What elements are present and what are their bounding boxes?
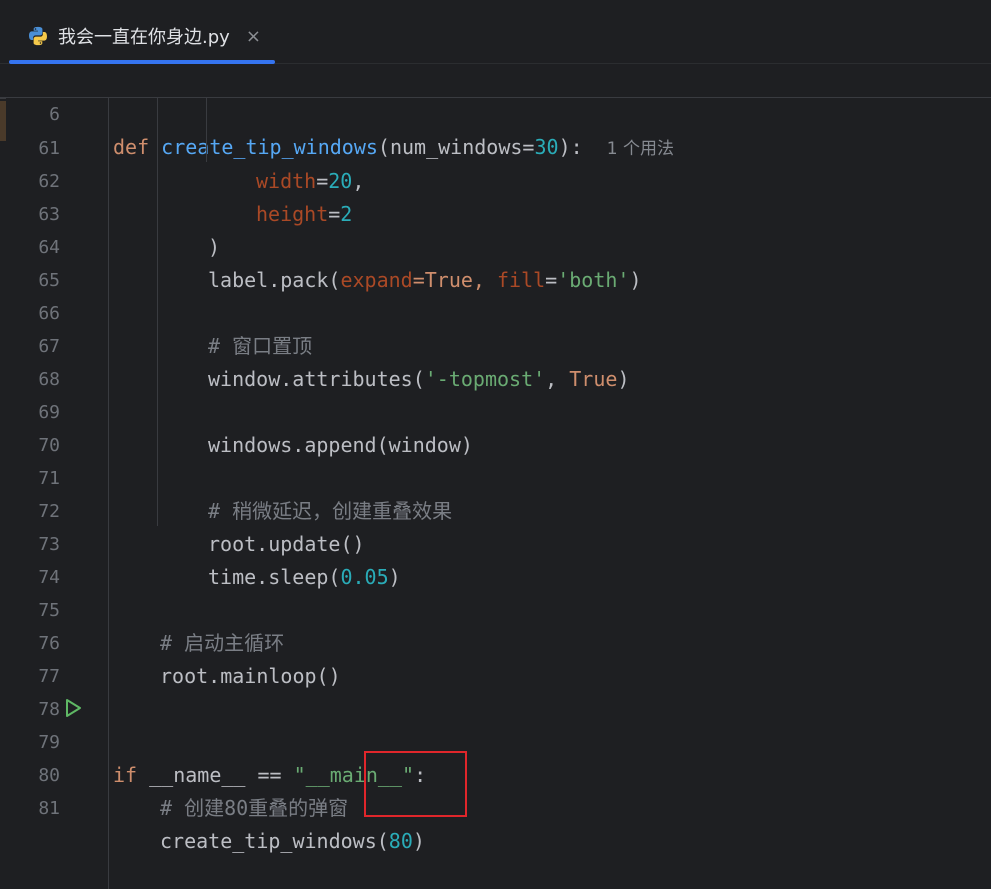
code-line: 61 width=20, xyxy=(38,138,365,193)
code-line: 65 xyxy=(38,270,60,291)
code-line: 76 root.mainloop() xyxy=(38,633,341,688)
code-line: 72 root.update() xyxy=(38,501,365,556)
run-icon[interactable] xyxy=(62,697,84,719)
highlighted-argument: 80 xyxy=(388,829,413,853)
code-line: 75 # 启动主循环 xyxy=(0,561,991,655)
code-line: 73 time.sleep(0.05) xyxy=(38,534,401,589)
code-line: 78 xyxy=(38,699,60,720)
code-line: 71 # 稍微延迟，创建重叠效果 xyxy=(0,429,991,523)
code-line: 66 # 窗口置顶 xyxy=(0,264,991,358)
file-tab-title: 我会一直在你身边.py xyxy=(58,27,230,48)
code-line: 80 # 创建80重叠的弹窗 xyxy=(0,726,991,820)
code-line: 70 xyxy=(38,435,60,456)
sticky-function-header[interactable]: 6 def create_tip_windows(num_windows=30)… xyxy=(0,65,991,159)
code-comment: # 创建80重叠的弹窗 xyxy=(160,796,349,820)
code-line: 69 windows.append(window) xyxy=(38,402,473,457)
code-line: 74 xyxy=(38,567,60,588)
python-icon xyxy=(29,26,47,46)
code-line: 62 height=2 xyxy=(38,171,353,226)
close-tab-icon[interactable]: × xyxy=(246,26,261,47)
active-tab-indicator xyxy=(9,60,275,64)
code-line: 68 xyxy=(38,369,60,390)
annotation-highlight-box xyxy=(364,751,467,817)
code-line: 81 create_tip_windows(80) xyxy=(38,798,425,853)
editor-tab-bar: 我会一直在你身边.py × xyxy=(0,0,991,64)
file-tab[interactable]: 我会一直在你身边.py × xyxy=(9,10,275,62)
code-line: 67 window.attributes('-topmost', True) xyxy=(38,336,630,391)
code-line: 77 xyxy=(38,666,60,687)
code-line: 79 if __name__ == "__main__": xyxy=(38,732,427,787)
code-line: 64 label.pack(expand=True, fill='both') xyxy=(38,237,642,292)
code-line: 63 ) xyxy=(38,204,221,259)
